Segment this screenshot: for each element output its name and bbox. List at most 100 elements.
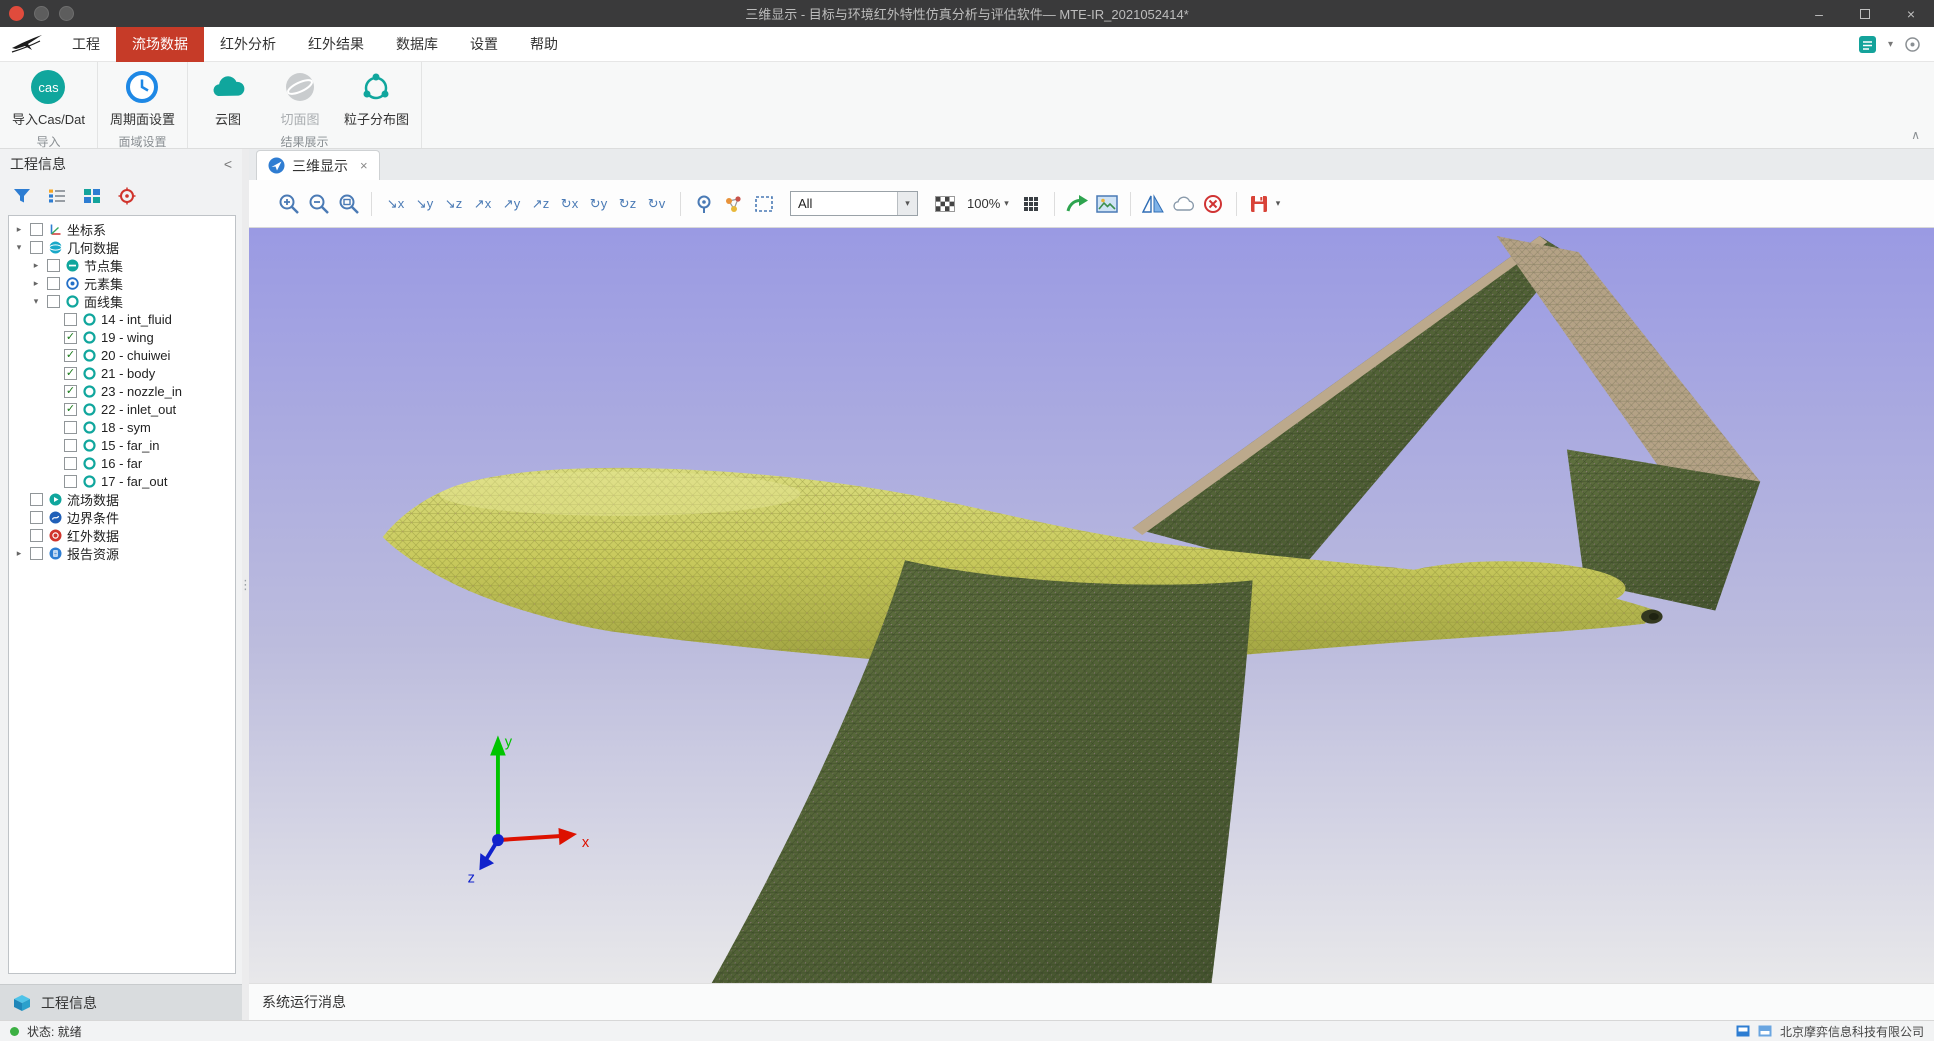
- tree-checkbox[interactable]: ✓: [64, 331, 77, 344]
- tree-checkbox[interactable]: ✓: [64, 403, 77, 416]
- menu-item-help[interactable]: 帮助: [514, 27, 574, 62]
- tree-row-4[interactable]: ▾面线集: [9, 292, 235, 310]
- panel-collapse-button[interactable]: <: [224, 156, 232, 172]
- viewport-3d[interactable]: x y z: [249, 228, 1934, 983]
- tree-checkbox[interactable]: [30, 529, 43, 542]
- tree-checkbox[interactable]: ✓: [64, 367, 77, 380]
- minimize-button[interactable]: –: [1796, 0, 1842, 27]
- snapshot-image-icon[interactable]: [1094, 190, 1121, 217]
- panel-splitter[interactable]: ⋮: [242, 149, 249, 1020]
- export-arrow-icon[interactable]: [1064, 190, 1091, 217]
- tree-row-8[interactable]: ✓21 - body: [9, 364, 235, 382]
- combo-dropdown-icon[interactable]: ▾: [897, 192, 917, 215]
- view-orient-button-8[interactable]: ↻z: [613, 190, 642, 217]
- save-icon[interactable]: [1246, 190, 1273, 217]
- tree-row-11[interactable]: 18 - sym: [9, 418, 235, 436]
- view-orient-button-9[interactable]: ↻v: [642, 190, 671, 217]
- tree-checkbox[interactable]: ✓: [64, 385, 77, 398]
- menu-item-project[interactable]: 工程: [56, 27, 116, 62]
- tree-expander-icon[interactable]: ▾: [30, 296, 42, 307]
- tree-row-16[interactable]: 边界条件: [9, 508, 235, 526]
- filter-icon[interactable]: [13, 188, 31, 204]
- save-dropdown-caret-icon[interactable]: ▾: [1276, 198, 1281, 209]
- tree-expander-icon[interactable]: ▸: [13, 548, 25, 559]
- panel-bottom-tab[interactable]: 工程信息: [0, 984, 242, 1020]
- tree-checkbox[interactable]: [30, 241, 43, 254]
- view-orient-button-1[interactable]: ↘y: [410, 190, 439, 217]
- tab-close-icon[interactable]: ×: [360, 158, 368, 173]
- tree-row-7[interactable]: ✓20 - chuiwei: [9, 346, 235, 364]
- view-orient-button-3[interactable]: ↗x: [468, 190, 497, 217]
- tree-row-9[interactable]: ✓23 - nozzle_in: [9, 382, 235, 400]
- tree-row-14[interactable]: 17 - far_out: [9, 472, 235, 490]
- display-filter-combo[interactable]: All ▾: [790, 191, 918, 216]
- tree-row-2[interactable]: ▸节点集: [9, 256, 235, 274]
- tree-row-15[interactable]: 流场数据: [9, 490, 235, 508]
- tree-checkbox[interactable]: [47, 259, 60, 272]
- view-orient-button-0[interactable]: ↘x: [381, 190, 410, 217]
- ribbon-button-slice-map[interactable]: 切面图: [272, 69, 328, 128]
- tree-expander-icon[interactable]: ▸: [30, 260, 42, 271]
- tree-checkbox[interactable]: [30, 493, 43, 506]
- help-circle-icon[interactable]: [1905, 37, 1920, 52]
- particles-molecule-icon[interactable]: [720, 190, 747, 217]
- tree-row-10[interactable]: ✓22 - inlet_out: [9, 400, 235, 418]
- clear-scene-icon[interactable]: [1200, 190, 1227, 217]
- menu-item-flow-data[interactable]: 流场数据: [116, 27, 204, 62]
- locate-target-icon[interactable]: [118, 187, 136, 205]
- locate-pin-icon[interactable]: [690, 190, 717, 217]
- theme-grid-icon[interactable]: [1859, 36, 1876, 53]
- view-orient-button-4[interactable]: ↗y: [497, 190, 526, 217]
- tree-checkbox[interactable]: [64, 457, 77, 470]
- status-panel-icon-2[interactable]: [1758, 1025, 1772, 1037]
- mirror-flip-icon[interactable]: [1140, 190, 1167, 217]
- tree-checkbox[interactable]: [47, 277, 60, 290]
- menu-item-ir-result[interactable]: 红外结果: [292, 27, 380, 62]
- view-orient-button-2[interactable]: ↘z: [439, 190, 468, 217]
- view-orient-button-5[interactable]: ↗z: [526, 190, 555, 217]
- tree-row-12[interactable]: 15 - far_in: [9, 436, 235, 454]
- status-panel-icon-1[interactable]: [1736, 1025, 1750, 1037]
- tree-expander-icon[interactable]: ▾: [13, 242, 25, 253]
- view-orient-button-7[interactable]: ↻y: [584, 190, 613, 217]
- close-button[interactable]: ×: [1888, 0, 1934, 27]
- ribbon-collapse-icon[interactable]: ∧: [1911, 128, 1920, 142]
- tree-expander-icon[interactable]: ▸: [30, 278, 42, 289]
- ribbon-button-import-cas-dat[interactable]: cas导入Cas/Dat: [12, 69, 85, 128]
- tree-row-18[interactable]: ▸报告资源: [9, 544, 235, 562]
- zoom-level-button[interactable]: 100% ▾: [961, 196, 1015, 211]
- tree-checkbox[interactable]: ✓: [64, 349, 77, 362]
- box-select-icon[interactable]: [750, 190, 777, 217]
- tree-row-13[interactable]: 16 - far: [9, 454, 235, 472]
- maximize-button[interactable]: [1842, 0, 1888, 27]
- menu-item-database[interactable]: 数据库: [380, 27, 454, 62]
- tree-row-17[interactable]: 红外数据: [9, 526, 235, 544]
- titlebar-icon-1[interactable]: [34, 6, 49, 21]
- grid-icon[interactable]: [1018, 190, 1045, 217]
- zoom-fit-icon[interactable]: [335, 190, 362, 217]
- tree-row-5[interactable]: 14 - int_fluid: [9, 310, 235, 328]
- menu-item-settings[interactable]: 设置: [454, 27, 514, 62]
- ribbon-button-particle-distribution-map[interactable]: 粒子分布图: [344, 69, 409, 128]
- viewport-3d-canvas[interactable]: x y z: [249, 228, 1934, 983]
- layout-grid-icon[interactable]: [83, 188, 101, 204]
- menu-dropdown-caret-icon[interactable]: ▾: [1888, 39, 1893, 50]
- cloud-display-icon[interactable]: [1170, 190, 1197, 217]
- tree-row-1[interactable]: ▾几何数据: [9, 238, 235, 256]
- tree-checkbox[interactable]: [64, 439, 77, 452]
- menu-item-ir-analysis[interactable]: 红外分析: [204, 27, 292, 62]
- list-view-icon[interactable]: [48, 188, 66, 204]
- zoom-in-icon[interactable]: [275, 190, 302, 217]
- tree-expander-icon[interactable]: ▸: [13, 224, 25, 235]
- tree-checkbox[interactable]: [30, 223, 43, 236]
- record-icon[interactable]: [9, 6, 24, 21]
- ribbon-button-cloud-map[interactable]: 云图: [200, 69, 256, 128]
- texture-checker-icon[interactable]: [931, 190, 958, 217]
- titlebar-icon-2[interactable]: [59, 6, 74, 21]
- view-orient-button-6[interactable]: ↻x: [555, 190, 584, 217]
- tree-row-3[interactable]: ▸元素集: [9, 274, 235, 292]
- tree-checkbox[interactable]: [47, 295, 60, 308]
- tree-row-6[interactable]: ✓19 - wing: [9, 328, 235, 346]
- tree-checkbox[interactable]: [30, 547, 43, 560]
- ribbon-button-periodic-face-setting[interactable]: 周期面设置: [110, 69, 175, 128]
